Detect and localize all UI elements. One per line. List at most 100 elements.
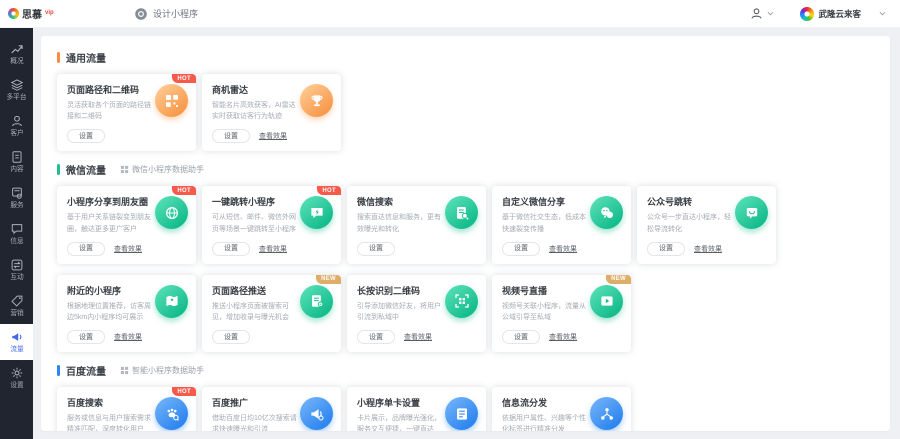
new-badge: NEW <box>606 275 631 284</box>
card-row: HOT小程序分享到朋友圈基于用户关系链裂变到朋友圈，触达更多更广客户设置查看效果… <box>57 186 874 263</box>
card-description: 基于用户关系链裂变到朋友圈，触达更多更广客户 <box>67 212 156 234</box>
hot-badge: HOT <box>172 74 196 83</box>
account-brand-icon <box>800 7 814 21</box>
section-wechat: 微信流量微信小程序数据助手HOT小程序分享到朋友圈基于用户关系链裂变到朋友圈，触… <box>57 162 874 352</box>
card-description: 推送小程序页面被搜索可见，增加收录与曝光机会 <box>212 301 301 323</box>
view-effect-link[interactable]: 查看效果 <box>114 332 142 342</box>
sidebar-item-marketing[interactable]: 营销 <box>0 288 33 324</box>
settings-button[interactable]: 设置 <box>357 330 395 344</box>
jump-chat-icon <box>300 196 333 229</box>
settings-button[interactable]: 设置 <box>67 129 105 143</box>
card-actions: 设置查看效果 <box>212 242 332 256</box>
section-title: 百度流量 <box>66 363 106 378</box>
promo-megaphone-icon <box>300 397 333 430</box>
qr-code-icon <box>155 84 188 117</box>
view-effect-link[interactable]: 查看效果 <box>549 244 577 254</box>
card-actions: 设置 <box>357 242 477 256</box>
feature-card: 信息流分发依据用户属性、兴趣等个性化标签进行精准分发设置查看效果 <box>492 387 631 431</box>
page-title: 设计小程序 <box>153 7 198 20</box>
sidebar-item-settings[interactable]: 设置 <box>0 360 33 396</box>
data-assistant-link[interactable]: 微信小程序数据助手 <box>120 164 204 175</box>
map-icon <box>155 285 188 318</box>
document-icon <box>10 150 24 164</box>
card-description: 灵活获取各个页面的路径链接和二维码 <box>67 100 156 122</box>
new-badge: NEW <box>316 275 341 284</box>
card-actions: 设置查看效果 <box>67 330 187 344</box>
card-description: 根据地理位置推荐，访客周边5km内小程序均可展示 <box>67 301 156 323</box>
interact-icon <box>10 258 24 272</box>
view-effect-link[interactable]: 查看效果 <box>259 244 287 254</box>
sidebar-item-message[interactable]: 信息 <box>0 216 33 252</box>
sidebar-item-interact[interactable]: 互动 <box>0 252 33 288</box>
card-actions: 设置查看效果 <box>67 242 187 256</box>
sidebar-item-content[interactable]: 内容 <box>0 144 33 180</box>
card-actions: 设置查看效果 <box>502 330 622 344</box>
view-effect-link[interactable]: 查看效果 <box>114 244 142 254</box>
feature-card: HOT小程序分享到朋友圈基于用户关系链裂变到朋友圈，触达更多更广客户设置查看效果 <box>57 186 196 263</box>
card-rows-icon <box>445 397 478 430</box>
card-description: 引导添加微信好友，将用户引流到私域中 <box>357 301 446 323</box>
sidebar-item-label: 互动 <box>10 274 23 281</box>
sidebar-item-label: 多平台 <box>7 94 27 101</box>
card-description: 可从短信、邮件、微信外网页等场景一键跳转至小程序 <box>212 212 301 234</box>
card-description: 借助百度日均10亿次搜索请求快速曝光和引流 <box>212 413 301 431</box>
hot-badge: HOT <box>172 387 196 396</box>
person-icon <box>750 7 763 20</box>
sidebar-item-platforms[interactable]: 多平台 <box>0 72 33 108</box>
sidebar-item-label: 概况 <box>10 58 23 65</box>
sidebar-item-traffic[interactable]: 流量 <box>0 324 33 360</box>
settings-button[interactable]: 设置 <box>212 129 250 143</box>
card-description: 基于微信社交生态，低成本快速裂变传播 <box>502 212 591 234</box>
card-description: 视频号关联小程序，流量从公域引导至私域 <box>502 301 591 323</box>
mini-program-icon <box>134 7 148 21</box>
hot-badge: HOT <box>317 186 341 195</box>
feature-card: 小程序单卡设置卡片展示，品牌曝光强化，服务交互便捷，一键直达设置查看效果 <box>347 387 486 431</box>
view-effect-link[interactable]: 查看效果 <box>404 332 432 342</box>
share-globe-icon <box>155 196 188 229</box>
settings-button[interactable]: 设置 <box>502 242 540 256</box>
data-assistant-link[interactable]: 智能小程序数据助手 <box>120 365 204 376</box>
brand-suffix: vip <box>45 10 54 16</box>
mini-app-grid-icon <box>120 165 129 174</box>
paw-search-icon <box>155 397 188 430</box>
settings-button[interactable]: 设置 <box>67 242 105 256</box>
qr-scan-icon <box>445 285 478 318</box>
feature-card: HOT百度搜索服务或信息与用户搜索需求精准匹配，深度转化用户设置查看效果 <box>57 387 196 431</box>
feature-card: NEW视频号直播视频号关联小程序，流量从公域引导至私域设置查看效果 <box>492 275 631 352</box>
view-effect-link[interactable]: 查看效果 <box>259 131 287 141</box>
feature-card: 微信搜索搜索直达信息和服务，更有效曝光和转化设置 <box>347 186 486 263</box>
settings-button[interactable]: 设置 <box>502 330 540 344</box>
settings-button[interactable]: 设置 <box>647 242 685 256</box>
hot-badge: HOT <box>172 186 196 195</box>
card-description: 智能名片高效获客，AI雷达实时获取访客行为轨迹 <box>212 100 301 122</box>
doc-search-icon <box>445 196 478 229</box>
feature-card: HOT页面路径和二维码灵活获取各个页面的路径链接和二维码设置 <box>57 74 196 151</box>
settings-button[interactable]: 设置 <box>67 330 105 344</box>
sidebar-item-customers[interactable]: 客户 <box>0 108 33 144</box>
sidebar-item-label: 客户 <box>10 130 23 137</box>
app-logo[interactable]: 思慕 vip <box>8 6 104 21</box>
section-accent-bar <box>57 52 60 63</box>
logo-icon <box>8 8 19 19</box>
settings-button[interactable]: 设置 <box>212 330 250 344</box>
account-menu[interactable]: 武隆云来客 <box>800 7 886 21</box>
card-description: 搜索直达信息和服务，更有效曝光和转化 <box>357 212 446 234</box>
sidebar-item-overview[interactable]: 概况 <box>0 36 33 72</box>
view-effect-link[interactable]: 查看效果 <box>694 244 722 254</box>
card-description: 依据用户属性、兴趣等个性化标签进行精准分发 <box>502 413 591 431</box>
sidebar-item-label: 营销 <box>10 310 23 317</box>
feature-card: 商机雷达智能名片高效获客，AI雷达实时获取访客行为轨迹设置查看效果 <box>202 74 341 151</box>
mini-app-grid-icon <box>120 366 129 375</box>
card-row: HOT百度搜索服务或信息与用户搜索需求精准匹配，深度转化用户设置查看效果百度推广… <box>57 387 874 431</box>
user-icon <box>10 114 24 128</box>
user-menu[interactable] <box>750 7 774 20</box>
settings-button[interactable]: 设置 <box>357 242 395 256</box>
view-effect-link[interactable]: 查看效果 <box>549 332 577 342</box>
sidebar-item-service[interactable]: 服务 <box>0 180 33 216</box>
settings-button[interactable]: 设置 <box>212 242 250 256</box>
brand-name: 思慕 <box>22 6 42 21</box>
sidebar-item-label: 服务 <box>10 202 23 209</box>
layers-icon <box>10 78 24 92</box>
gear-icon <box>10 366 24 380</box>
section-header: 微信流量微信小程序数据助手 <box>57 162 874 177</box>
